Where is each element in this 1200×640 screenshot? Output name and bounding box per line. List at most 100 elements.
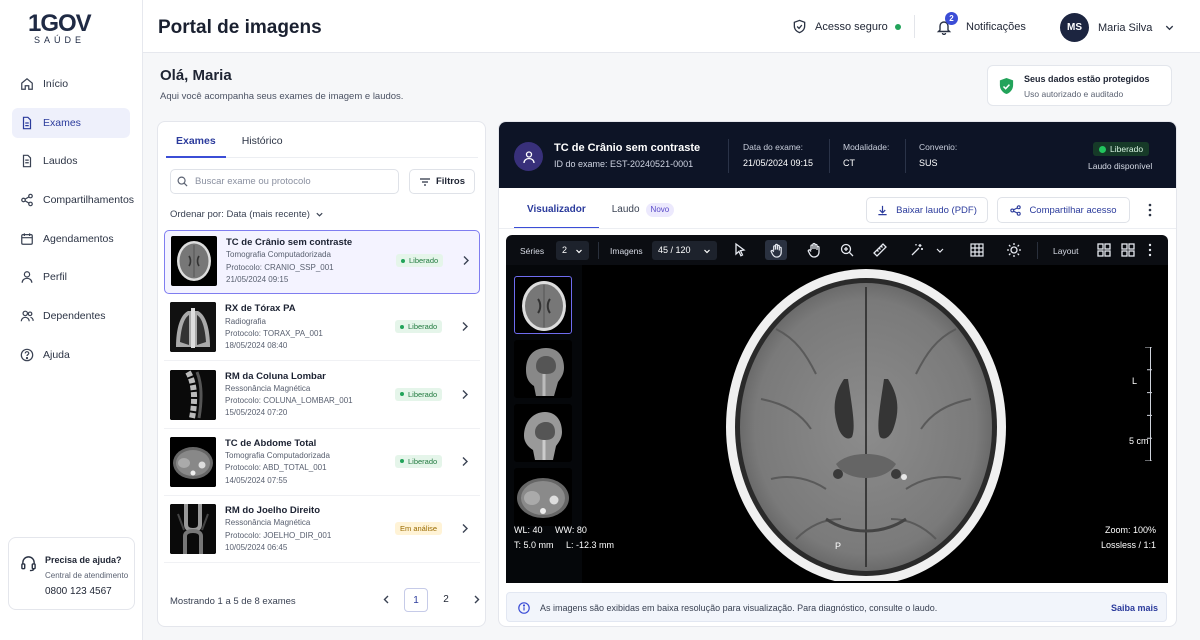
user-menu[interactable]: MS Maria Silva — [1060, 13, 1175, 42]
contrast-wand-icon[interactable] — [909, 242, 925, 258]
thickness-value: T: 5.0 mm — [514, 540, 554, 550]
sort-dropdown[interactable]: Ordenar por: Data (mais recente) — [170, 209, 324, 220]
status-badge: Liberado — [396, 254, 444, 267]
series-thumbnail[interactable] — [514, 468, 572, 526]
search-box[interactable] — [170, 169, 399, 194]
logo[interactable]: 1GOV SAÚDE — [28, 12, 108, 46]
series-thumbnail[interactable] — [514, 276, 572, 334]
protection-subtitle: Uso autorizado e auditado — [1024, 89, 1124, 99]
tab-visualizador[interactable]: Visualizador — [514, 197, 599, 229]
logo-top: 1GOV — [28, 10, 92, 37]
users-icon — [20, 310, 34, 322]
filters-label: Filtros — [435, 176, 466, 187]
series-select[interactable]: 2 — [556, 241, 589, 260]
sidebar-item-agendamentos[interactable]: Agendamentos — [12, 224, 130, 254]
chevron-right-icon[interactable] — [461, 255, 470, 266]
exam-type: Radiografia — [225, 316, 266, 326]
sidebar-item-label: Perfil — [43, 271, 67, 284]
exam-name: TC de Crânio sem contraste — [226, 237, 353, 248]
sidebar-item-label: Agendamentos — [43, 232, 114, 245]
layout-2x2-icon[interactable] — [1096, 242, 1112, 258]
search-input[interactable] — [195, 176, 385, 187]
insurance-value: SUS — [919, 158, 938, 168]
series-thumbnail[interactable] — [514, 340, 572, 398]
status-badge: Liberado — [395, 387, 443, 401]
ruler-icon[interactable] — [872, 242, 888, 258]
sidebar-item-inicio[interactable]: Início — [12, 69, 130, 99]
learn-more-link[interactable]: Saiba mais — [1111, 603, 1158, 613]
sidebar-item-laudos[interactable]: Laudos — [12, 146, 130, 176]
status-badge: Liberado — [395, 454, 443, 468]
exam-id: ID do exame: EST-20240521-0001 — [554, 159, 694, 169]
download-report-button[interactable]: Baixar laudo (PDF) — [866, 197, 988, 223]
images-select[interactable]: 45 / 120 — [652, 241, 717, 260]
more-options-icon[interactable] — [1143, 202, 1157, 218]
tab-exames[interactable]: Exames — [166, 122, 226, 158]
ct-brain-image — [726, 269, 1006, 581]
image-viewport[interactable]: WL: 40 WW: 80 T: 5.0 mm L: -12.3 mm P Zo… — [506, 265, 1168, 583]
help-icon — [20, 348, 34, 362]
exam-date: 15/05/2024 07:20 — [225, 408, 288, 418]
exam-row[interactable]: RM da Coluna Lombar Ressonância Magnétic… — [164, 365, 480, 429]
page-button-2[interactable]: 2 — [434, 588, 458, 612]
viewer-toolbar: Séries 2 Imagens 45 / 120 Layout — [506, 235, 1168, 265]
protection-title: Seus dados estão protegidos — [1024, 74, 1150, 84]
next-page-button[interactable] — [464, 588, 488, 612]
chevron-left-icon — [383, 595, 388, 604]
secure-access-indicator: Acesso seguro — [792, 19, 901, 34]
page-title: Portal de imagens — [158, 17, 322, 38]
grid-overlay-icon[interactable] — [969, 242, 985, 258]
chevron-right-icon[interactable] — [460, 523, 469, 534]
tab-laudo[interactable]: Laudo Novo — [599, 197, 688, 229]
sidebar-item-label: Ajuda — [43, 348, 70, 361]
divider — [728, 139, 729, 173]
pointer-icon[interactable] — [732, 242, 748, 258]
status-badge: Liberado — [395, 320, 443, 334]
share-access-button[interactable]: Compartilhar acesso — [997, 197, 1130, 223]
pan-tool-button[interactable] — [765, 240, 787, 260]
help-card[interactable]: Precisa de ajuda? Central de atendimento… — [8, 537, 135, 610]
hand-icon[interactable] — [806, 242, 822, 258]
sidebar-item-dependentes[interactable]: Dependentes — [12, 301, 130, 331]
chevron-down-icon[interactable] — [935, 242, 945, 258]
filters-button[interactable]: Filtros — [409, 169, 475, 194]
compression-readout: Lossless / 1:1 — [1100, 540, 1156, 550]
sidebar-item-perfil[interactable]: Perfil — [12, 262, 130, 292]
zoom-in-icon[interactable] — [839, 242, 855, 258]
series-thumbnail[interactable] — [514, 404, 572, 462]
chevron-right-icon[interactable] — [460, 321, 469, 332]
brightness-icon[interactable] — [1006, 242, 1022, 258]
chevron-right-icon[interactable] — [460, 456, 469, 467]
exam-date-label: Data do exame: — [743, 142, 804, 152]
more-options-icon[interactable] — [1144, 242, 1156, 258]
headset-icon — [21, 556, 36, 572]
insurance-label: Convenio: — [919, 142, 958, 152]
exam-list-panel: Exames Histórico Filtros Ordenar por: Da… — [157, 121, 486, 627]
prev-page-button[interactable] — [374, 588, 398, 612]
sidebar-item-label: Dependentes — [43, 310, 106, 323]
bell-icon: 2 — [936, 12, 958, 36]
sidebar-item-ajuda[interactable]: Ajuda — [12, 340, 130, 370]
exam-info: TC de Crânio sem contraste Tomografia Co… — [226, 237, 352, 286]
series-thumbnail-strip — [506, 265, 582, 583]
layout-grid-icon[interactable] — [1120, 242, 1136, 258]
exam-row[interactable]: RM do Joelho Direito Ressonância Magnéti… — [164, 499, 480, 564]
exam-type: Ressonância Magnética — [225, 383, 311, 393]
exam-row[interactable]: TC de Crânio sem contraste Tomografia Co… — [164, 230, 480, 294]
chevron-right-icon[interactable] — [460, 389, 469, 400]
secure-access-label: Acesso seguro — [815, 20, 888, 33]
exam-date: 18/05/2024 08:40 — [225, 341, 288, 351]
notifications-button[interactable]: 2 Notificações — [936, 12, 1026, 36]
exam-type: Ressonância Magnética — [225, 518, 311, 528]
exam-row[interactable]: RX de Tórax PA Radiografia Protocolo: TO… — [164, 297, 480, 362]
sidebar-item-compartilhamentos[interactable]: Compartilhamentos — [12, 185, 134, 215]
info-text: As imagens são exibidas em baixa resoluç… — [540, 603, 938, 613]
exam-row[interactable]: TC de Abdome Total Tomografia Computador… — [164, 432, 480, 496]
exam-date: 10/05/2024 06:45 — [225, 543, 288, 553]
page-button-1[interactable]: 1 — [404, 588, 428, 612]
tab-historico[interactable]: Histórico — [232, 122, 293, 158]
sidebar-item-exames[interactable]: Exames — [12, 107, 130, 138]
tab-label: Laudo — [611, 204, 640, 215]
sidebar-item-label: Laudos — [43, 155, 78, 168]
help-phone[interactable]: 0800 123 4567 — [45, 586, 112, 597]
